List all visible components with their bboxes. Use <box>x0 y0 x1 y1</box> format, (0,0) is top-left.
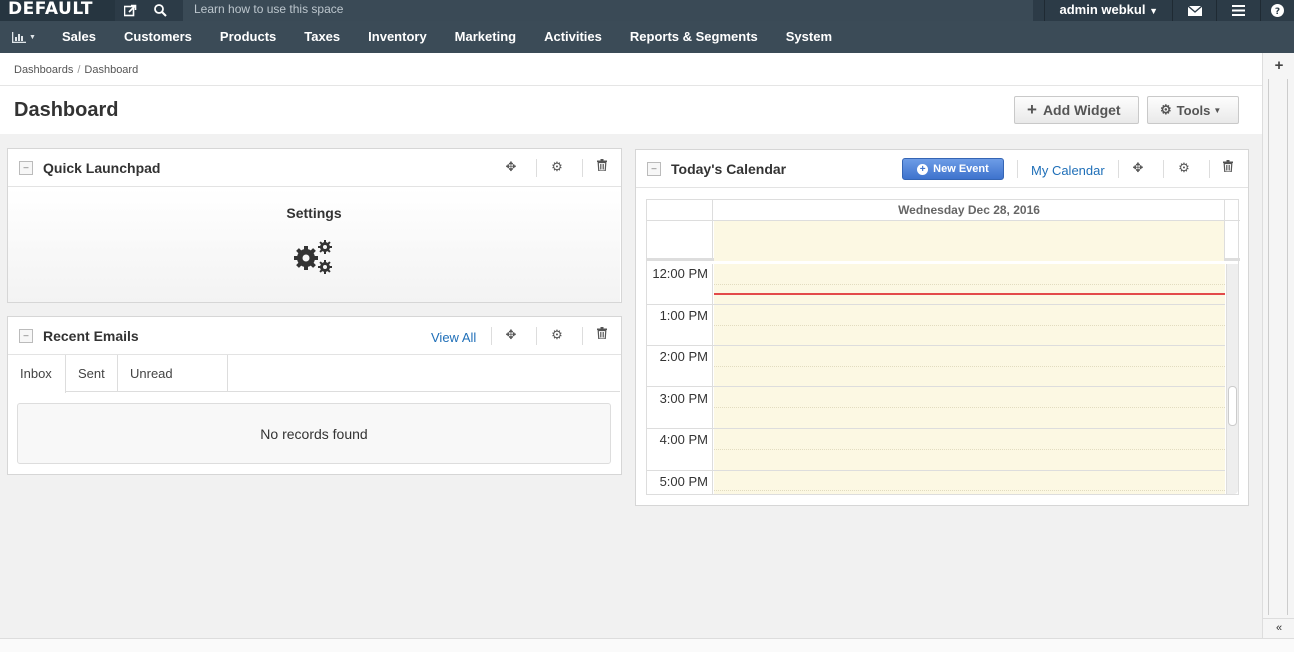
tools-button[interactable]: ⚙ Tools ▼ <box>1147 96 1239 124</box>
search-icon[interactable] <box>145 0 175 21</box>
time-gutter: 12:00 PM 1:00 PM 2:00 PM 3:00 PM 4:00 PM… <box>647 264 713 494</box>
collapse-icon[interactable]: – <box>647 162 661 176</box>
nav-reports-segments[interactable]: Reports & Segments <box>616 21 772 53</box>
content-area: Dashboards / Dashboard Dashboard + Add Wid… <box>0 53 1262 638</box>
all-day-slot[interactable] <box>714 221 1225 261</box>
calendar-header: Wednesday Dec 28, 2016 <box>647 200 1240 221</box>
trash-icon[interactable] <box>592 159 612 177</box>
time-label: 1:00 PM <box>659 308 708 323</box>
move-icon[interactable]: ✥ <box>501 159 521 177</box>
time-label: 5:00 PM <box>659 474 708 489</box>
page-title: Dashboard <box>14 99 119 121</box>
plus-circle-icon: + <box>917 163 929 175</box>
help-icon: ? <box>1271 4 1284 17</box>
share-icon[interactable] <box>115 0 145 21</box>
move-icon[interactable]: ✥ <box>501 327 521 345</box>
menu-button[interactable] <box>1216 0 1260 21</box>
nav-marketing[interactable]: Marketing <box>441 21 530 53</box>
nav-sales[interactable]: Sales <box>48 21 110 53</box>
title-bar: Dashboard + Add Widget ⚙ Tools ▼ <box>0 86 1262 134</box>
time-label: 2:00 PM <box>659 349 708 364</box>
caret-down-icon: ▼ <box>1213 105 1222 115</box>
caret-down-icon: ▼ <box>29 33 36 41</box>
hamburger-icon <box>1232 5 1245 16</box>
widget-title: Recent Emails <box>43 328 139 344</box>
mail-button[interactable] <box>1172 0 1216 21</box>
help-button[interactable]: ? <box>1260 0 1294 21</box>
side-rail: + « <box>1262 53 1294 638</box>
calendar-time-grid: 12:00 PM 1:00 PM 2:00 PM 3:00 PM 4:00 PM… <box>647 264 1240 494</box>
nav-system[interactable]: System <box>772 21 846 53</box>
search-input[interactable]: Learn how to use this space <box>183 0 1033 21</box>
nav-activities[interactable]: Activities <box>530 21 616 53</box>
empty-state: No records found <box>17 403 611 464</box>
time-label: 12:00 PM <box>652 266 708 281</box>
collapse-icon[interactable]: – <box>19 329 33 343</box>
launchpad-item-settings[interactable]: Settings <box>8 188 620 302</box>
calendar-scrollbar[interactable] <box>1226 264 1238 494</box>
bar-chart-icon <box>12 31 27 43</box>
move-icon[interactable]: ✥ <box>1128 160 1148 178</box>
breadcrumb-dashboards[interactable]: Dashboards <box>14 64 73 76</box>
new-event-label: New Event <box>933 163 989 175</box>
gears-icon <box>292 238 336 279</box>
current-time-indicator <box>714 293 1225 295</box>
tab-inbox[interactable]: Inbox <box>8 355 66 393</box>
time-label: 4:00 PM <box>659 432 708 447</box>
recent-emails-widget: – Recent Emails View All ✥ ⚙ Inbox Sent … <box>7 316 622 475</box>
gear-icon[interactable]: ⚙ <box>547 327 567 345</box>
add-widget-button[interactable]: + Add Widget <box>1014 96 1139 124</box>
top-bar: DEFAULT Learn how to use this space admi… <box>0 0 1294 21</box>
tab-sent[interactable]: Sent <box>66 355 118 392</box>
my-calendar-link[interactable]: My Calendar <box>1031 163 1105 178</box>
tools-label: Tools <box>1176 102 1211 118</box>
scrollbar-thumb[interactable] <box>1228 386 1237 426</box>
view-all-link[interactable]: View All <box>431 330 476 345</box>
collapse-icon[interactable]: – <box>19 161 33 175</box>
new-event-button[interactable]: + New Event <box>902 158 1004 180</box>
quick-launchpad-widget: – Quick Launchpad ✥ ⚙ Settings <box>7 148 622 303</box>
todays-calendar-widget: – Today's Calendar + New Event My Calend… <box>635 149 1249 506</box>
add-widget-label: Add Widget <box>1042 102 1121 118</box>
calendar-date: Wednesday Dec 28, 2016 <box>714 200 1225 221</box>
tab-unread-emails[interactable]: Unread Emails <box>118 355 228 418</box>
footer-bar <box>0 638 1294 652</box>
nav-products[interactable]: Products <box>206 21 290 53</box>
widget-title: Today's Calendar <box>671 161 787 177</box>
breadcrumb-dashboard: Dashboard <box>84 64 139 76</box>
day-column[interactable] <box>714 264 1225 494</box>
time-label: 3:00 PM <box>659 391 708 406</box>
main-nav: ▼ Sales Customers Products Taxes Invento… <box>0 21 1294 53</box>
caret-down-icon: ▼ <box>1149 6 1158 16</box>
breadcrumb: Dashboards / Dashboard <box>0 53 1262 86</box>
gear-icon: ⚙ <box>1160 102 1172 117</box>
gear-icon[interactable]: ⚙ <box>547 159 567 177</box>
plus-icon: + <box>1027 100 1037 119</box>
nav-taxes[interactable]: Taxes <box>290 21 354 53</box>
trash-icon[interactable] <box>592 327 612 345</box>
trash-icon[interactable] <box>1218 160 1238 178</box>
svg-text:?: ? <box>1275 7 1280 17</box>
launchpad-label: Settings <box>286 205 342 221</box>
all-day-row <box>647 221 1240 261</box>
widget-header: – Recent Emails View All ✥ ⚙ <box>8 317 621 355</box>
add-icon[interactable]: + <box>1263 57 1294 74</box>
app-logo[interactable]: DEFAULT <box>0 0 115 21</box>
widget-header: – Today's Calendar + New Event My Calend… <box>636 150 1248 188</box>
mail-icon <box>1187 5 1202 16</box>
collapse-left-icon[interactable]: « <box>1263 618 1294 634</box>
widget-header: – Quick Launchpad ✥ ⚙ <box>8 149 621 187</box>
nav-inventory[interactable]: Inventory <box>354 21 441 53</box>
dashboards-menu[interactable]: ▼ <box>0 31 48 43</box>
user-name: admin webkul <box>1059 2 1146 17</box>
user-menu[interactable]: admin webkul ▼ <box>1044 0 1172 21</box>
side-panel-track <box>1268 79 1288 615</box>
day-calendar: Wednesday Dec 28, 2016 12:00 PM 1:00 PM … <box>646 199 1240 495</box>
email-tabs: Inbox Sent Unread Emails <box>8 355 620 418</box>
widget-title: Quick Launchpad <box>43 160 161 176</box>
gear-icon[interactable]: ⚙ <box>1174 160 1194 178</box>
nav-customers[interactable]: Customers <box>110 21 206 53</box>
